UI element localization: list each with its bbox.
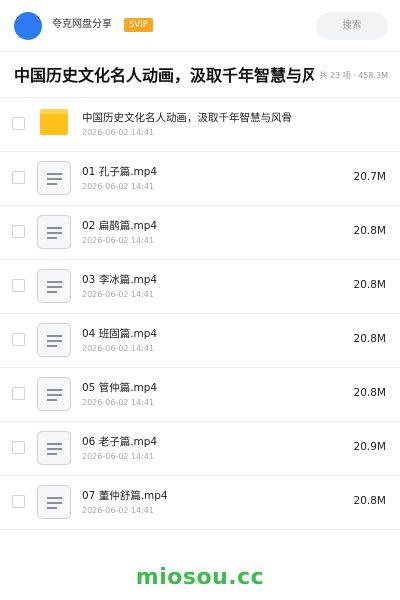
file-size: 20.8M [353, 225, 386, 237]
list-item[interactable]: 02 扁鹊篇.mp4 2026-06-02 14:41 20.8M [0, 206, 400, 260]
file-date: 2026-06-02 14:41 [82, 182, 155, 191]
row-checkbox[interactable] [12, 225, 25, 238]
file-size: 20.7M [353, 171, 386, 183]
page-title: 中国历史文化名人动画，汲取千年智慧与风骨 [14, 66, 314, 85]
list-item[interactable]: 07 董仲舒篇.mp4 2026-06-02 14:41 20.8M [0, 476, 400, 530]
file-size: 20.9M [353, 441, 386, 453]
file-name: 01 孔子篇.mp4 [82, 166, 158, 178]
file-name: 07 董仲舒篇.mp4 [82, 490, 168, 502]
row-checkbox[interactable] [12, 333, 25, 346]
list-item[interactable]: 06 老子篇.mp4 2026-06-02 14:41 20.9M [0, 422, 400, 476]
share-title-row: 中国历史文化名人动画，汲取千年智慧与风骨 共 23 项 · 458.3M [0, 52, 400, 98]
row-checkbox[interactable] [12, 117, 25, 130]
list-item[interactable]: 04 班固篇.mp4 2026-06-02 14:41 20.8M [0, 314, 400, 368]
avatar[interactable] [14, 12, 42, 40]
file-date: 2026-06-02 14:41 [82, 398, 155, 407]
file-icon [37, 323, 71, 357]
watermark: miosou.cc [135, 565, 265, 590]
file-size: 20.8M [353, 495, 386, 507]
file-size: 20.8M [353, 333, 386, 345]
row-checkbox[interactable] [12, 495, 25, 508]
file-icon [37, 431, 71, 465]
share-header: 夸克网盘分享 SVIP 搜索 [0, 0, 400, 52]
file-icon [37, 269, 71, 303]
file-icon [37, 161, 71, 195]
file-date: 2026-06-02 14:41 [82, 236, 155, 245]
folder-icon [40, 109, 68, 135]
file-date: 2026-06-02 14:41 [82, 452, 155, 461]
row-checkbox[interactable] [12, 279, 25, 292]
list-item-folder[interactable]: 中国历史文化名人动画，汲取千年智慧与风骨 2026-06-02 14:41 [0, 98, 400, 152]
file-date: 2026-06-02 14:41 [82, 290, 155, 299]
file-icon [37, 485, 71, 519]
file-name: 06 老子篇.mp4 [82, 436, 158, 448]
file-date: 2026-06-02 14:41 [82, 128, 155, 137]
row-checkbox[interactable] [12, 171, 25, 184]
file-name: 04 班固篇.mp4 [82, 328, 158, 340]
list-item[interactable]: 01 孔子篇.mp4 2026-06-02 14:41 20.7M [0, 152, 400, 206]
search-input[interactable]: 搜索 [316, 12, 388, 40]
file-name: 03 李冰篇.mp4 [82, 274, 158, 286]
file-date: 2026-06-02 14:41 [82, 344, 155, 353]
file-name: 05 管仲篇.mp4 [82, 382, 158, 394]
row-checkbox[interactable] [12, 441, 25, 454]
file-name: 中国历史文化名人动画，汲取千年智慧与风骨 [82, 112, 292, 124]
file-icon [37, 215, 71, 249]
file-icon [37, 377, 71, 411]
svip-badge: SVIP [124, 18, 153, 32]
list-item[interactable]: 03 李冰篇.mp4 2026-06-02 14:41 20.8M [0, 260, 400, 314]
list-item[interactable]: 05 管仲篇.mp4 2026-06-02 14:41 20.8M [0, 368, 400, 422]
row-checkbox[interactable] [12, 387, 25, 400]
file-size: 20.8M [353, 387, 386, 399]
file-date: 2026-06-02 14:41 [82, 506, 155, 515]
file-name: 02 扁鹊篇.mp4 [82, 220, 158, 232]
file-size: 20.8M [353, 279, 386, 291]
share-meta: 共 23 项 · 458.3M [319, 71, 388, 80]
share-name: 夸克网盘分享 [52, 19, 112, 30]
file-list: 中国历史文化名人动画，汲取千年智慧与风骨 2026-06-02 14:41 01… [0, 98, 400, 530]
